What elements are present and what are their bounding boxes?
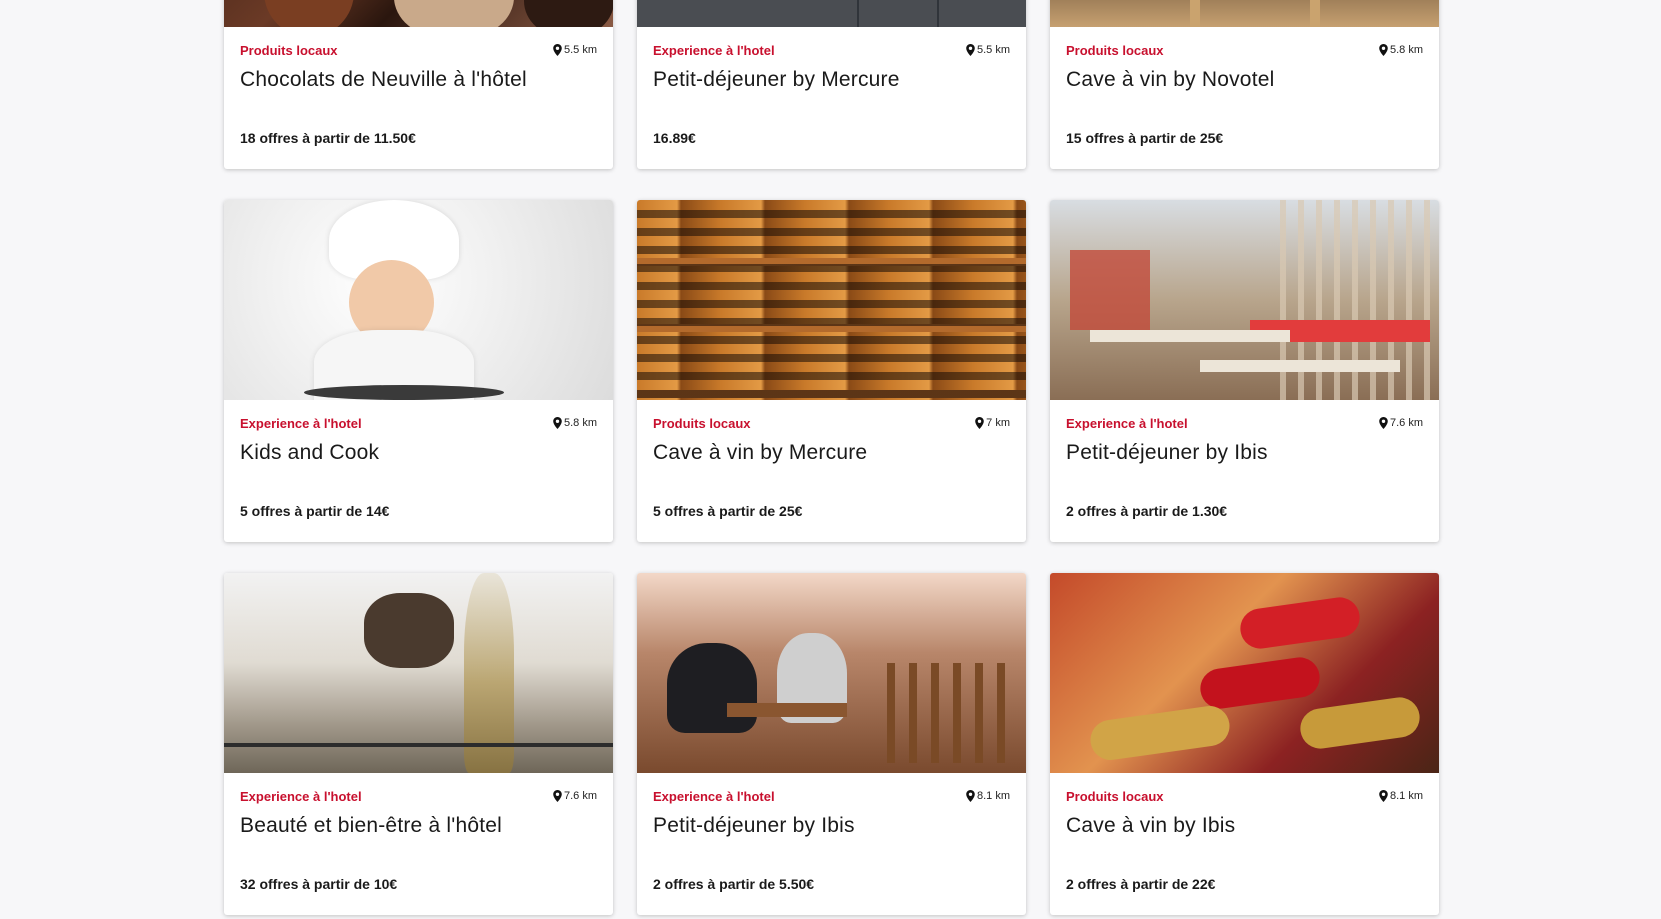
offer-distance-value: 7.6 km bbox=[563, 790, 597, 802]
offer-price: 5 offres à partir de 25€ bbox=[653, 503, 803, 519]
offer-distance-value: 5.5 km bbox=[563, 44, 597, 56]
offer-category: Experience à l'hotel bbox=[240, 789, 362, 804]
offer-title[interactable]: Beauté et bien-être à l'hôtel bbox=[240, 813, 597, 839]
offer-image[interactable] bbox=[637, 0, 1026, 27]
offer-image[interactable] bbox=[1050, 0, 1439, 27]
offer-image[interactable] bbox=[224, 573, 613, 773]
offer-title[interactable]: Petit-déjeuner by Ibis bbox=[1066, 440, 1423, 466]
offer-distance: 5.8 km bbox=[553, 417, 597, 429]
offer-category: Experience à l'hotel bbox=[1066, 416, 1188, 431]
offer-card[interactable]: Produits locaux 5.5 km Chocolats de Neuv… bbox=[224, 0, 613, 169]
offer-distance-value: 5.8 km bbox=[563, 417, 597, 429]
offer-price: 2 offres à partir de 1.30€ bbox=[1066, 503, 1228, 519]
offer-price: 15 offres à partir de 25€ bbox=[1066, 130, 1224, 146]
offer-image[interactable] bbox=[1050, 200, 1439, 400]
offer-distance: 8.1 km bbox=[966, 790, 1010, 802]
offer-distance: 7.6 km bbox=[1379, 417, 1423, 429]
offer-category: Experience à l'hotel bbox=[653, 43, 775, 58]
map-pin-icon bbox=[553, 417, 562, 429]
offer-image[interactable] bbox=[224, 200, 613, 400]
offer-category: Produits locaux bbox=[1066, 43, 1164, 58]
map-pin-icon bbox=[553, 44, 562, 56]
offer-distance: 7 km bbox=[975, 417, 1010, 429]
offer-card[interactable]: Experience à l'hotel 7.6 km Petit-déjeun… bbox=[1050, 200, 1439, 542]
map-pin-icon bbox=[1379, 44, 1388, 56]
offer-price: 32 offres à partir de 10€ bbox=[240, 876, 398, 892]
offer-category: Experience à l'hotel bbox=[653, 789, 775, 804]
offer-distance: 5.5 km bbox=[553, 44, 597, 56]
offer-category: Produits locaux bbox=[240, 43, 338, 58]
map-pin-icon bbox=[975, 417, 984, 429]
map-pin-icon bbox=[966, 790, 975, 802]
offer-distance-value: 7.6 km bbox=[1389, 417, 1423, 429]
offer-title[interactable]: Chocolats de Neuville à l'hôtel bbox=[240, 67, 597, 93]
offer-category: Experience à l'hotel bbox=[240, 416, 362, 431]
offer-distance: 7.6 km bbox=[553, 790, 597, 802]
offer-distance-value: 8.1 km bbox=[976, 790, 1010, 802]
offer-price: 5 offres à partir de 14€ bbox=[240, 503, 390, 519]
offer-card[interactable]: Experience à l'hotel 5.8 km Kids and Coo… bbox=[224, 200, 613, 542]
offer-image[interactable] bbox=[637, 200, 1026, 400]
offer-image[interactable] bbox=[1050, 573, 1439, 773]
offer-image[interactable] bbox=[224, 0, 613, 27]
offer-card[interactable]: Produits locaux 8.1 km Cave à vin by Ibi… bbox=[1050, 573, 1439, 915]
offer-card[interactable]: Experience à l'hotel 7.6 km Beauté et bi… bbox=[224, 573, 613, 915]
offer-distance-value: 5.8 km bbox=[1389, 44, 1423, 56]
offer-title[interactable]: Cave à vin by Ibis bbox=[1066, 813, 1423, 839]
offer-price: 2 offres à partir de 5.50€ bbox=[653, 876, 815, 892]
offer-distance: 8.1 km bbox=[1379, 790, 1423, 802]
map-pin-icon bbox=[1379, 790, 1388, 802]
map-pin-icon bbox=[966, 44, 975, 56]
offers-grid: Produits locaux 5.5 km Chocolats de Neuv… bbox=[224, 0, 1440, 915]
offer-price: 18 offres à partir de 11.50€ bbox=[240, 130, 416, 146]
offer-price: 16.89€ bbox=[653, 130, 696, 146]
offer-card[interactable]: Produits locaux 7 km Cave à vin by Mercu… bbox=[637, 200, 1026, 542]
offer-card[interactable]: Experience à l'hotel 8.1 km Petit-déjeun… bbox=[637, 573, 1026, 915]
map-pin-icon bbox=[1379, 417, 1388, 429]
map-pin-icon bbox=[553, 790, 562, 802]
offer-distance: 5.8 km bbox=[1379, 44, 1423, 56]
offer-distance-value: 5.5 km bbox=[976, 44, 1010, 56]
offer-title[interactable]: Kids and Cook bbox=[240, 440, 597, 466]
offer-distance-value: 7 km bbox=[986, 417, 1010, 429]
offer-category: Produits locaux bbox=[653, 416, 751, 431]
offer-title[interactable]: Cave à vin by Mercure bbox=[653, 440, 1010, 466]
offer-price: 2 offres à partir de 22€ bbox=[1066, 876, 1216, 892]
offer-distance-value: 8.1 km bbox=[1389, 790, 1423, 802]
offer-image[interactable] bbox=[637, 573, 1026, 773]
offer-title[interactable]: Cave à vin by Novotel bbox=[1066, 67, 1423, 93]
offer-title[interactable]: Petit-déjeuner by Mercure bbox=[653, 67, 1010, 93]
offer-category: Produits locaux bbox=[1066, 789, 1164, 804]
offer-card[interactable]: Experience à l'hotel 5.5 km Petit-déjeun… bbox=[637, 0, 1026, 169]
offer-distance: 5.5 km bbox=[966, 44, 1010, 56]
offer-card[interactable]: Produits locaux 5.8 km Cave à vin by Nov… bbox=[1050, 0, 1439, 169]
offer-title[interactable]: Petit-déjeuner by Ibis bbox=[653, 813, 1010, 839]
